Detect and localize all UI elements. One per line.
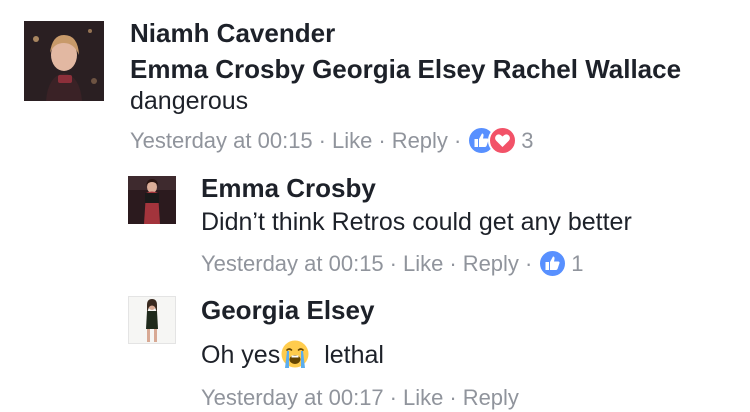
reaction-count: 1 (571, 250, 584, 276)
reply-avatar-emma[interactable] (128, 176, 176, 224)
separator: · (524, 250, 533, 276)
reply-author[interactable]: Georgia Elsey (201, 295, 374, 325)
love-icon (488, 126, 518, 155)
reaction-count: 3 (521, 127, 534, 153)
loudly-crying-face-emoji (280, 339, 310, 369)
reactions-summary[interactable]: 1 (538, 249, 584, 278)
reply-text: Oh yes lethal (201, 339, 384, 370)
reply-author[interactable]: Emma Crosby (201, 173, 376, 203)
separator: · (449, 385, 457, 410)
comment-avatar-niamh[interactable] (24, 21, 104, 101)
comment-text: dangerous (130, 87, 249, 115)
separator: · (389, 250, 397, 276)
reply-link[interactable]: Reply (463, 384, 519, 412)
reply-timestamp[interactable]: Yesterday at 00:17 (201, 384, 384, 412)
comment-timestamp[interactable]: Yesterday at 00:15 (130, 127, 313, 155)
reply-avatar-georgia[interactable] (128, 296, 176, 344)
reply-meta: Yesterday at 00:17 · Like · Reply (201, 384, 519, 412)
reactions-summary[interactable]: 3 (467, 126, 534, 155)
tagged-names[interactable]: Emma Crosby Georgia Elsey Rachel Wallace (130, 54, 681, 84)
reply-meta: Yesterday at 00:15 · Like · Reply · 1 (201, 249, 584, 278)
like-icon (538, 249, 568, 278)
comment-meta: Yesterday at 00:15 · Like · Reply · 3 (130, 126, 534, 155)
reply-link[interactable]: Reply (392, 127, 448, 155)
reply-text-before: Oh yes (201, 341, 281, 369)
reply-link[interactable]: Reply (463, 250, 519, 278)
reply-text-after: lethal (324, 341, 384, 369)
separator: · (389, 385, 397, 410)
separator: · (318, 127, 326, 153)
like-link[interactable]: Like (403, 250, 443, 278)
separator: · (378, 127, 386, 153)
separator: · (453, 127, 462, 153)
reply-text: Didn’t think Retros could get any better (201, 208, 632, 236)
like-link[interactable]: Like (332, 127, 372, 155)
separator: · (449, 250, 457, 276)
comment-author[interactable]: Niamh Cavender (130, 18, 335, 48)
like-link[interactable]: Like (403, 384, 443, 412)
reply-timestamp[interactable]: Yesterday at 00:15 (201, 250, 384, 278)
